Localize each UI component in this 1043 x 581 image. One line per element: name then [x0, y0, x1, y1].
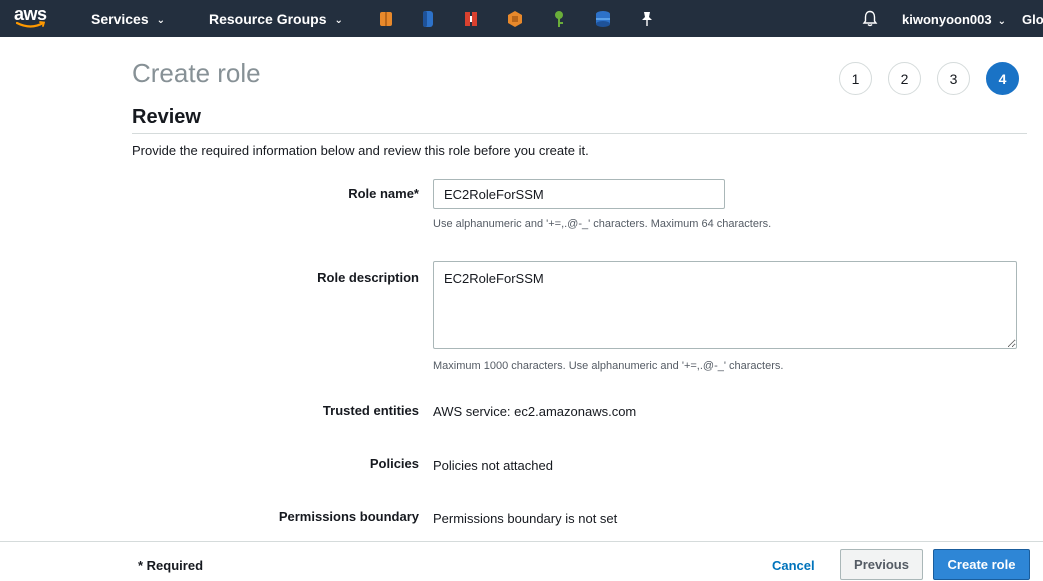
chevron-down-icon: ⌄ [156, 15, 165, 26]
chevron-down-icon: ⌄ [334, 15, 343, 26]
wizard-step-3[interactable]: 3 [937, 62, 970, 95]
aws-service-red-icon[interactable] [463, 10, 479, 28]
trusted-entities-value: AWS service: ec2.amazonaws.com [433, 404, 637, 419]
services-menu-label: Services [91, 11, 149, 27]
chevron-down-icon: ⌄ [997, 16, 1006, 27]
previous-button[interactable]: Previous [840, 549, 923, 580]
role-description-label: Role description [317, 270, 419, 285]
aws-service-blue-icon[interactable] [420, 10, 436, 28]
trusted-entities-label: Trusted entities [322, 403, 419, 418]
aws-service-key-icon[interactable] [551, 10, 567, 28]
intro-text: Provide the required information below a… [132, 143, 589, 158]
section-divider [132, 133, 1027, 134]
page-title: Create role [132, 58, 261, 88]
wizard-step-4: 4 [986, 62, 1019, 95]
permissions-boundary-label: Permissions boundary [278, 509, 419, 524]
region-menu-label: Glol [1022, 12, 1043, 27]
role-name-label: Role name* [348, 186, 419, 201]
top-navigation-bar: aws Services ⌄ Resource Groups ⌄ kiwonyoon… [0, 0, 1043, 37]
role-name-hint: Use alphanumeric and '+=,.@-_' character… [433, 218, 772, 230]
cancel-button[interactable]: Cancel [772, 558, 815, 573]
role-description-hint: Maximum 1000 characters. Use alphanumeri… [433, 360, 784, 372]
aws-smile-icon [16, 21, 46, 28]
role-name-input[interactable] [433, 179, 725, 209]
wizard-footer: * Required Cancel Previous Create role [0, 541, 1043, 581]
resource-groups-menu-label: Resource Groups [209, 11, 327, 27]
resource-groups-menu[interactable]: Resource Groups ⌄ [209, 11, 343, 27]
create-role-button[interactable]: Create role [933, 549, 1030, 580]
user-menu-label: kiwonyoon003 [902, 12, 992, 27]
permissions-boundary-value: Permissions boundary is not set [433, 511, 618, 526]
aws-service-database-icon[interactable] [595, 10, 611, 28]
policies-value: Policies not attached [433, 458, 553, 473]
policies-label: Policies [369, 456, 419, 471]
pin-icon[interactable] [639, 10, 655, 28]
wizard-steps: 1 2 3 4 [839, 62, 1019, 95]
aws-service-orange-icon[interactable] [378, 10, 394, 28]
wizard-step-2[interactable]: 2 [888, 62, 921, 95]
role-description-textarea[interactable]: EC2RoleForSSM [433, 261, 1017, 349]
aws-service-amber-icon[interactable] [507, 10, 523, 28]
region-menu[interactable]: Glol [1022, 12, 1043, 27]
required-note: * Required [138, 558, 204, 573]
user-menu[interactable]: kiwonyoon003 ⌄ [902, 12, 1006, 27]
bell-icon[interactable] [862, 10, 878, 27]
services-menu[interactable]: Services ⌄ [91, 11, 165, 27]
section-title: Review [132, 106, 201, 128]
wizard-step-1[interactable]: 1 [839, 62, 872, 95]
aws-logo[interactable]: aws [14, 4, 58, 34]
